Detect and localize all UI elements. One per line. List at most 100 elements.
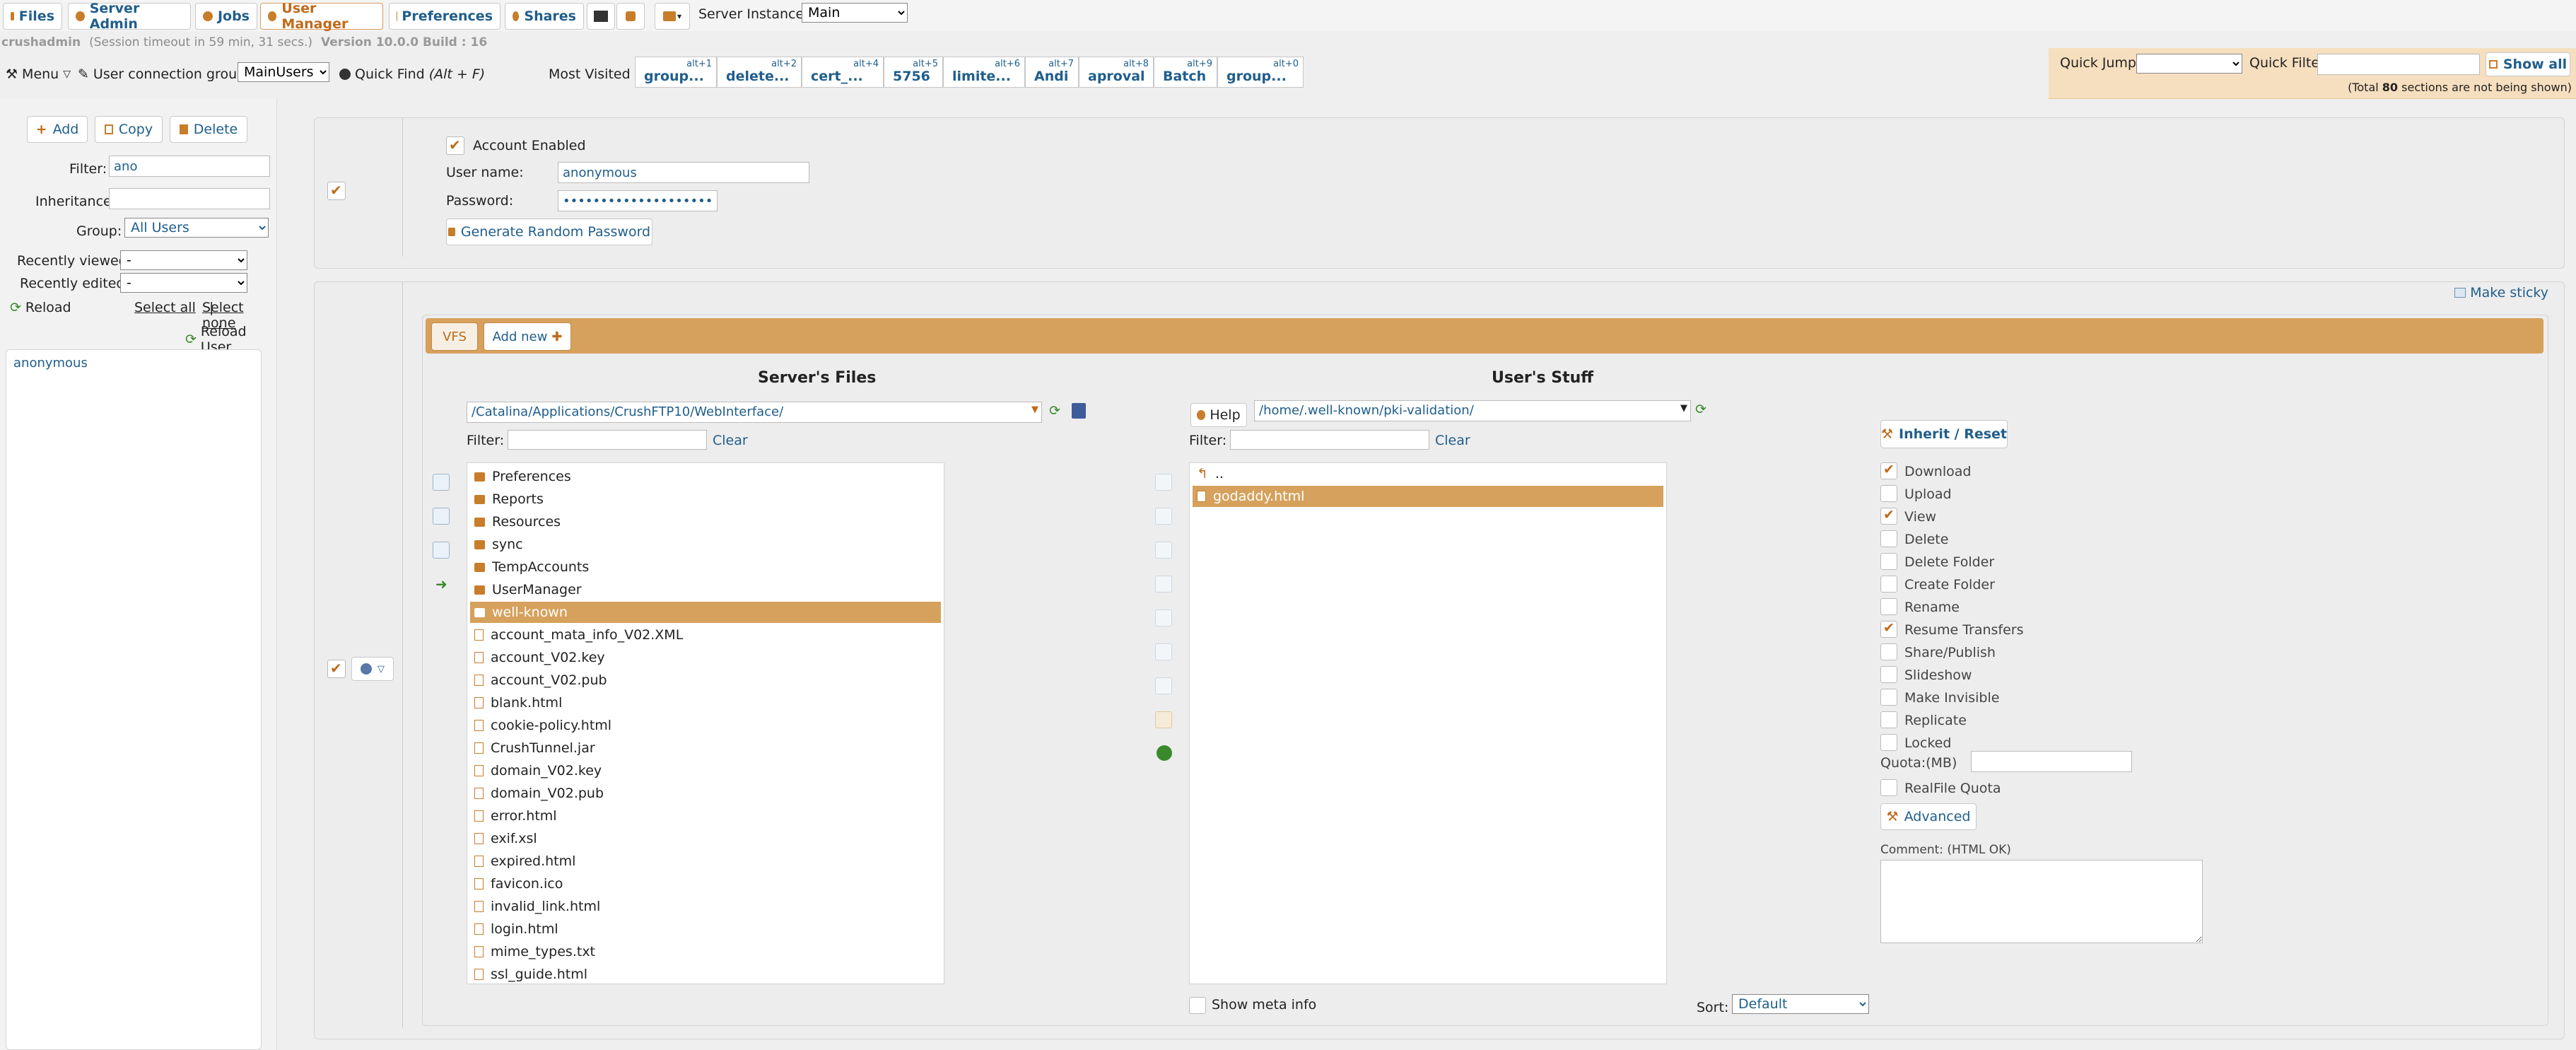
bookmark-icon[interactable]	[1072, 403, 1086, 419]
most-visited-item[interactable]: alt+1 group...	[635, 57, 717, 88]
refresh-icon[interactable]: ⟳	[1049, 403, 1060, 419]
list-item[interactable]: Reports	[470, 489, 941, 510]
vfs-section-checkbox[interactable]	[327, 660, 346, 678]
most-visited-item[interactable]: alt+5 5756	[884, 57, 943, 88]
perm-slideshow-checkbox[interactable]	[1880, 666, 1897, 683]
account-enabled-checkbox[interactable]	[446, 136, 464, 155]
list-item[interactable]: ssl_guide.html	[470, 964, 941, 984]
tab-user-manager[interactable]: User Manager	[260, 1, 383, 32]
perm-locked-checkbox[interactable]	[1880, 734, 1897, 751]
perm-rename-checkbox[interactable]	[1880, 598, 1897, 615]
tab-server-admin[interactable]: Server Admin	[68, 1, 191, 32]
globe-icon[interactable]	[1157, 745, 1172, 761]
user-filter-input[interactable]	[1230, 430, 1429, 450]
comment-textarea[interactable]	[1880, 860, 2203, 943]
most-visited-item[interactable]: alt+7 Andi	[1025, 57, 1079, 88]
list-item[interactable]: exif.xsl	[470, 828, 941, 849]
list-item[interactable]: error.html	[470, 805, 941, 827]
recently-viewed-select[interactable]: -	[120, 250, 247, 270]
lock-button[interactable]	[616, 3, 645, 30]
connection-group-select[interactable]: MainUsers	[238, 62, 329, 82]
copy-icon[interactable]	[1155, 711, 1172, 728]
list-item[interactable]: invalid_link.html	[470, 896, 941, 917]
quota-input[interactable]	[1971, 751, 2132, 772]
quick-filter-input[interactable]	[2317, 54, 2480, 75]
perm-view-checkbox[interactable]	[1880, 507, 1897, 525]
group-select[interactable]: All Users	[124, 218, 269, 238]
list-item[interactable]: Resources	[470, 511, 941, 532]
account-section-checkbox[interactable]	[327, 182, 346, 200]
quick-jump-select[interactable]	[2136, 54, 2242, 74]
show-meta-checkbox[interactable]	[1189, 997, 1206, 1014]
tab-add-new[interactable]: Add new ✚	[484, 322, 571, 351]
properties-icon[interactable]	[1155, 609, 1172, 626]
list-item-parent[interactable]: ↰..	[1193, 463, 1663, 484]
list-item[interactable]: favicon.ico	[470, 873, 941, 894]
server-filter-clear[interactable]: Clear	[713, 433, 748, 448]
add-user-button[interactable]: + Add	[27, 116, 88, 143]
tab-files[interactable]: Files	[3, 3, 62, 30]
password-input[interactable]	[558, 190, 718, 211]
arrow-right-icon[interactable]: ➜	[435, 576, 447, 593]
perm-invisible-checkbox[interactable]	[1880, 689, 1897, 706]
list-item[interactable]: anonymous	[13, 356, 88, 371]
most-visited-item[interactable]: alt+2 delete...	[717, 57, 802, 88]
list-item[interactable]: domain_V02.key	[470, 760, 941, 781]
reload-button[interactable]: ⟳ Reload	[10, 300, 71, 315]
new-file-icon[interactable]	[1155, 508, 1172, 525]
screenshot-menu-button[interactable]: ▾	[655, 3, 690, 30]
list-item[interactable]: Preferences	[470, 466, 941, 487]
perm-replicate-checkbox[interactable]	[1880, 711, 1897, 728]
inheritance-input[interactable]	[109, 188, 270, 209]
list-item-selected[interactable]: godaddy.html	[1193, 486, 1663, 507]
copy-user-button[interactable]: Copy	[95, 116, 163, 143]
terminal-button[interactable]	[587, 3, 615, 30]
user-path-select[interactable]: /home/.well-known/pki-validation/▼	[1254, 400, 1691, 421]
delete-user-button[interactable]: Delete	[170, 116, 247, 143]
tab-preferences[interactable]: Preferences	[389, 3, 500, 30]
list-item[interactable]: blank.html	[470, 692, 941, 713]
list-item[interactable]: account_V02.key	[470, 647, 941, 668]
advanced-button[interactable]: ⚒ Advanced	[1880, 803, 1977, 830]
list-item[interactable]: UserManager	[470, 579, 941, 600]
perm-create-folder-checkbox[interactable]	[1880, 576, 1897, 593]
new-folder-icon[interactable]	[1155, 474, 1172, 491]
tab-vfs[interactable]: VFS	[431, 322, 478, 351]
perm-delete-checkbox[interactable]	[1880, 530, 1897, 547]
refresh-icon[interactable]: ⟳	[1695, 402, 1706, 417]
server-instance-select[interactable]: Main	[802, 3, 908, 23]
list-item-selected[interactable]: well-known	[470, 602, 941, 623]
most-visited-item[interactable]: alt+4 cert_...	[802, 57, 884, 88]
add-item-icon[interactable]	[433, 474, 450, 491]
remove-item-icon[interactable]	[433, 542, 450, 559]
sort-select[interactable]: Default	[1732, 994, 1869, 1014]
user-filter-clear[interactable]: Clear	[1435, 433, 1470, 448]
recently-edited-select[interactable]: -	[120, 273, 247, 293]
server-path-select[interactable]: /Catalina/Applications/CrushFTP10/WebInt…	[467, 402, 1042, 423]
delete-icon[interactable]	[1155, 643, 1172, 660]
list-item[interactable]: expired.html	[470, 851, 941, 872]
list-item[interactable]: mime_types.txt	[470, 941, 941, 962]
vfs-user-menu-button[interactable]: ▽	[351, 657, 394, 681]
perm-upload-checkbox[interactable]	[1880, 485, 1897, 502]
most-visited-item[interactable]: alt+9 Batch	[1154, 57, 1217, 88]
tab-jobs[interactable]: Jobs	[195, 3, 257, 30]
make-sticky-button[interactable]: Make sticky	[2454, 285, 2548, 301]
list-item[interactable]: account_mata_info_V02.XML	[470, 624, 941, 646]
perm-share-checkbox[interactable]	[1880, 643, 1897, 660]
tab-shares[interactable]: Shares	[505, 3, 584, 30]
list-item[interactable]: domain_V02.pub	[470, 783, 941, 804]
list-item[interactable]: TempAccounts	[470, 556, 941, 578]
list-item[interactable]: login.html	[470, 918, 941, 940]
server-filter-input[interactable]	[508, 430, 707, 450]
list-icon[interactable]	[1155, 677, 1172, 694]
perm-delete-folder-checkbox[interactable]	[1880, 553, 1897, 570]
duplicate-icon[interactable]	[1155, 576, 1172, 593]
inherit-reset-button[interactable]: ⚒ Inherit / Reset	[1880, 420, 2008, 448]
username-input[interactable]	[558, 162, 809, 183]
perm-resume-checkbox[interactable]	[1880, 620, 1897, 638]
list-item[interactable]: CrushTunnel.jar	[470, 737, 941, 759]
list-item[interactable]: account_V02.pub	[470, 670, 941, 691]
select-all-link[interactable]: Select all	[134, 300, 196, 315]
list-item[interactable]: sync	[470, 534, 941, 555]
